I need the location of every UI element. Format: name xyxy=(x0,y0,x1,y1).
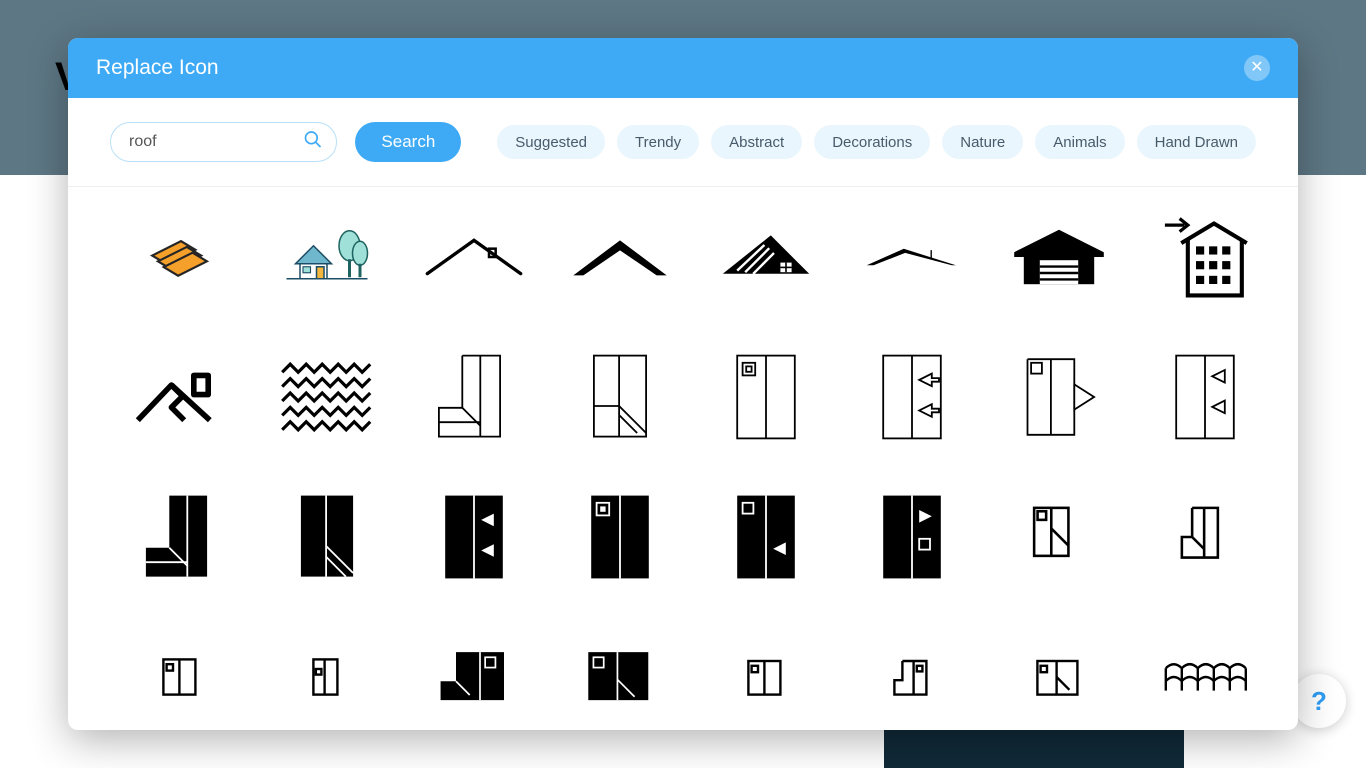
flat-roof-thin-icon xyxy=(864,239,960,275)
chip-trendy[interactable]: Trendy xyxy=(617,125,699,159)
icon-floorplan-outline-corner-2[interactable] xyxy=(1152,487,1258,587)
search-button[interactable]: Search xyxy=(355,122,461,162)
help-button[interactable]: ? xyxy=(1292,674,1346,728)
icon-floorplan-l-1[interactable] xyxy=(421,347,527,447)
floorplan-door-1-icon xyxy=(730,352,802,442)
roof-outline-thick-icon xyxy=(570,227,670,287)
roof-outline-thin-icon xyxy=(424,227,524,287)
chip-suggested[interactable]: Suggested xyxy=(497,125,605,159)
icon-floorplan-door-arrows-2[interactable] xyxy=(1152,347,1258,447)
close-button[interactable]: ✕ xyxy=(1244,55,1270,81)
icon-floorplan-l-notch[interactable] xyxy=(1006,347,1112,447)
icon-floorplan-door-arrows[interactable] xyxy=(859,347,965,447)
floorplan-l-solid-2-icon xyxy=(285,492,369,582)
icon-roof-outline-thick[interactable] xyxy=(567,207,673,307)
icon-floorplan-solid-block-1[interactable] xyxy=(421,627,527,727)
icon-house-chimney-outline[interactable] xyxy=(128,347,234,447)
icon-garage-building[interactable] xyxy=(1006,207,1112,307)
search-icon xyxy=(303,130,323,155)
floorplan-corner-1-icon xyxy=(1029,502,1089,572)
chip-nature[interactable]: Nature xyxy=(942,125,1023,159)
icon-roof-tiles-row[interactable] xyxy=(1152,627,1258,727)
house-with-trees-icon xyxy=(282,221,372,293)
icon-flat-roof-thin[interactable] xyxy=(859,207,965,307)
icon-floorplan-solid-arrows-1[interactable] xyxy=(421,487,527,587)
icon-floorplan-small-2[interactable] xyxy=(274,627,380,727)
icon-floorplan-small-1[interactable] xyxy=(128,627,234,727)
modal-title: Replace Icon xyxy=(96,56,219,80)
close-icon: ✕ xyxy=(1250,60,1263,76)
modal-header: Replace Icon ✕ xyxy=(68,38,1298,98)
floorplan-solid-window-icon xyxy=(584,492,656,582)
help-icon: ? xyxy=(1311,686,1327,717)
floorplan-small-1-icon xyxy=(157,653,205,701)
chip-animals[interactable]: Animals xyxy=(1035,125,1124,159)
search-toolbar: Search Suggested Trendy Abstract Decorat… xyxy=(68,98,1298,187)
icon-zigzag-pattern[interactable] xyxy=(274,347,380,447)
floorplan-solid-block-2-icon xyxy=(581,647,659,707)
floorplan-l-solid-1-icon xyxy=(139,492,223,582)
icon-floorplan-l-solid-2[interactable] xyxy=(274,487,380,587)
icon-floorplan-small-5[interactable] xyxy=(1006,627,1112,727)
floorplan-l-notch-icon xyxy=(1017,352,1101,442)
floorplan-door-arrows-2-icon xyxy=(1169,352,1241,442)
icon-roof-outline-thin[interactable] xyxy=(421,207,527,307)
category-chips: Suggested Trendy Abstract Decorations Na… xyxy=(497,125,1256,159)
icon-floorplan-solid-window[interactable] xyxy=(567,487,673,587)
slanted-roof-icon xyxy=(718,227,814,287)
icon-floorplan-l-solid-1[interactable] xyxy=(128,487,234,587)
floorplan-small-4-icon xyxy=(888,653,936,701)
floorplan-solid-arrows-1-icon xyxy=(438,492,510,582)
floorplan-solid-block-1-icon xyxy=(435,647,513,707)
icon-grid xyxy=(128,207,1258,727)
garage-icon xyxy=(1011,222,1107,292)
icon-floorplan-door-1[interactable] xyxy=(713,347,819,447)
search-field-wrap xyxy=(110,122,337,162)
floorplan-solid-arrows-2-icon xyxy=(730,492,802,582)
floorplan-small-2-icon xyxy=(307,653,347,701)
icon-roof-tiles-isometric[interactable] xyxy=(128,207,234,307)
roof-tiles-row-icon xyxy=(1161,655,1249,699)
floorplan-small-5-icon xyxy=(1032,653,1086,701)
icon-slanted-roof[interactable] xyxy=(713,207,819,307)
icon-floorplan-small-3[interactable] xyxy=(713,627,819,727)
chip-hand-drawn[interactable]: Hand Drawn xyxy=(1137,125,1256,159)
roof-tiles-isometric-icon xyxy=(145,221,217,293)
icon-apartment-building[interactable] xyxy=(1152,207,1258,307)
icon-floorplan-l-2[interactable] xyxy=(567,347,673,447)
floorplan-l-2-icon xyxy=(578,352,662,442)
zigzag-icon xyxy=(279,361,375,433)
floorplan-solid-arrows-3-icon xyxy=(876,492,948,582)
icon-floorplan-solid-arrows-2[interactable] xyxy=(713,487,819,587)
chip-decorations[interactable]: Decorations xyxy=(814,125,930,159)
floorplan-l-1-icon xyxy=(432,352,516,442)
icon-grid-scroll[interactable] xyxy=(68,187,1298,730)
icon-floorplan-outline-corner-1[interactable] xyxy=(1006,487,1112,587)
chip-abstract[interactable]: Abstract xyxy=(711,125,802,159)
replace-icon-modal: Replace Icon ✕ Search Suggested Trendy A… xyxy=(68,38,1298,730)
floorplan-corner-2-icon xyxy=(1175,502,1235,572)
apartment-building-icon xyxy=(1160,212,1250,302)
icon-floorplan-solid-block-2[interactable] xyxy=(567,627,673,727)
icon-floorplan-solid-arrows-3[interactable] xyxy=(859,487,965,587)
floorplan-door-arrows-icon xyxy=(876,352,948,442)
floorplan-small-3-icon xyxy=(742,653,790,701)
icon-house-with-trees[interactable] xyxy=(274,207,380,307)
icon-floorplan-small-4[interactable] xyxy=(859,627,965,727)
house-chimney-icon xyxy=(133,360,229,434)
